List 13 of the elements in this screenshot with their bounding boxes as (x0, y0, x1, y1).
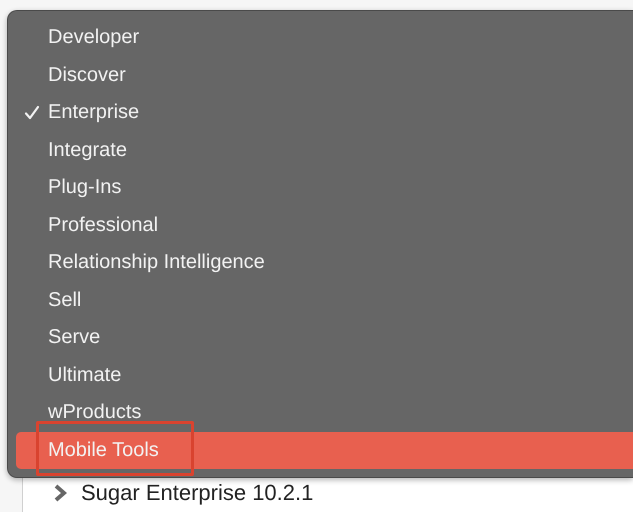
menu-item[interactable]: Plug-Ins (16, 169, 633, 206)
menu-item[interactable]: Enterprise (16, 94, 633, 132)
menu-item[interactable]: Professional (16, 206, 633, 244)
menu-item[interactable]: Integrate (16, 132, 633, 169)
menu-item[interactable]: Ultimate (16, 356, 633, 394)
menu-item[interactable]: Serve (16, 319, 633, 356)
menu-item[interactable]: Mobile Tools (16, 432, 633, 469)
menu-item[interactable]: wProducts (16, 394, 633, 432)
menu-item[interactable]: Discover (16, 56, 633, 94)
menu-item[interactable]: Developer (16, 19, 633, 56)
menu-item[interactable]: Relationship Intelligence (16, 244, 633, 282)
chevron-right-icon[interactable] (53, 484, 67, 502)
menu-item[interactable]: Sell (16, 282, 633, 319)
